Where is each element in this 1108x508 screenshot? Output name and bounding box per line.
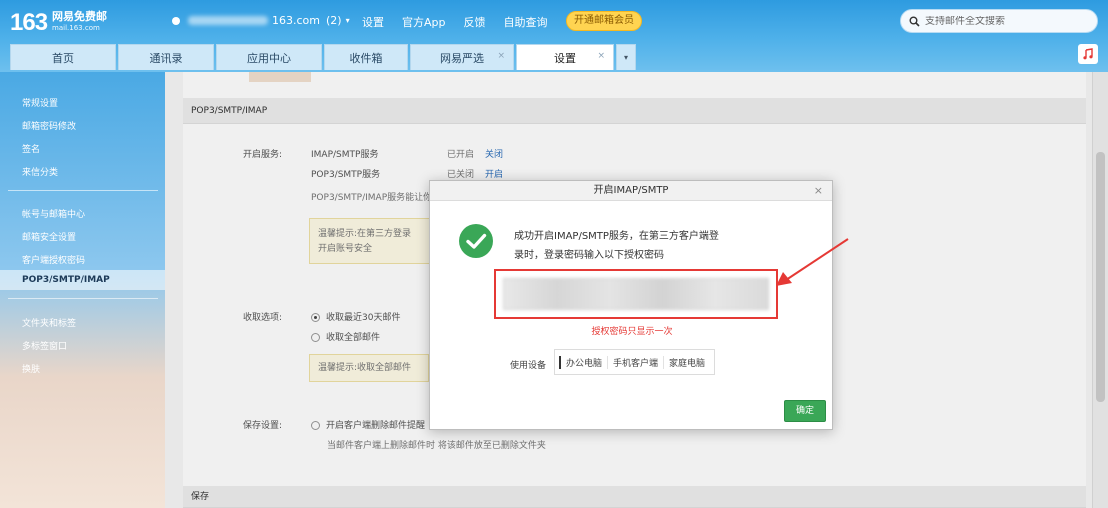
imap-dialog: 开启IMAP/SMTP × 成功开启IMAP/SMTP服务，在第三方客户端登 录… — [429, 180, 833, 430]
topnav-settings[interactable]: 设置 — [362, 14, 384, 30]
sidebar-divider — [8, 298, 158, 299]
sidebar-item-tabs[interactable]: 多标签窗口 — [22, 339, 67, 352]
auth-code-redacted[interactable] — [503, 278, 769, 310]
sidebar-item-security[interactable]: 邮箱安全设置 — [22, 230, 76, 243]
sidebar-item-general[interactable]: 常规设置 — [22, 96, 58, 109]
dialog-message: 成功开启IMAP/SMTP服务，在第三方客户端登 录时，登录密码输入以下授权密码 — [514, 227, 764, 265]
chevron-down-icon: ▾ — [623, 53, 628, 62]
account-switcher[interactable]: 163.com (2) ▾ — [172, 14, 350, 27]
success-check-icon — [459, 224, 493, 258]
music-note-icon — [1083, 48, 1093, 60]
logo-name: 网易免费邮 — [52, 10, 108, 23]
device-selector: 办公电脑 手机客户端 家庭电脑 — [554, 349, 716, 375]
tab-bar: 首页 通讯录 应用中心 收件箱 网易严选 × 设置 × ▾ — [10, 44, 636, 70]
search-icon — [909, 16, 920, 27]
close-icon[interactable]: × — [497, 51, 505, 61]
account-unread-count: (2) — [326, 14, 342, 27]
tab-yanxuan[interactable]: 网易严选 × — [410, 44, 514, 70]
tab-inbox[interactable]: 收件箱 — [324, 44, 408, 70]
tab-contacts[interactable]: 通讯录 — [118, 44, 214, 70]
topnav-app[interactable]: 官方App — [402, 14, 446, 30]
sidebar-divider — [8, 190, 158, 191]
auth-code-note: 授权密码只显示一次 — [591, 327, 673, 337]
tab-label: 设置 — [554, 51, 576, 65]
topnav-self-service[interactable]: 自助查询 — [504, 14, 548, 30]
settings-sidebar: 常规设置 邮箱密码修改 签名 来信分类 帐号与邮箱中心 邮箱安全设置 客户端授权… — [0, 72, 165, 508]
close-icon[interactable]: × — [814, 181, 823, 201]
tab-settings[interactable]: 设置 × — [516, 44, 614, 70]
sidebar-item-folders[interactable]: 文件夹和标签 — [22, 316, 76, 329]
dialog-message-line: 成功开启IMAP/SMTP服务，在第三方客户端登 — [514, 231, 719, 242]
dialog-message-line: 录时，登录密码输入以下授权密码 — [514, 250, 664, 261]
confirm-button[interactable]: 确定 — [784, 400, 826, 422]
top-nav: 设置 官方App 反馈 自助查询 — [362, 14, 548, 30]
dialog-title-bar: 开启IMAP/SMTP × — [430, 181, 832, 201]
sidebar-item-signature[interactable]: 签名 — [22, 142, 40, 155]
tab-label: 通讯录 — [149, 51, 183, 65]
sidebar-item-filters[interactable]: 来信分类 — [22, 165, 58, 178]
tab-label: 收件箱 — [349, 51, 383, 65]
chevron-down-icon: ▾ — [345, 16, 350, 25]
dialog-title: 开启IMAP/SMTP — [593, 185, 669, 196]
tab-label: 应用中心 — [247, 51, 291, 65]
tab-label: 首页 — [52, 51, 74, 65]
tab-home[interactable]: 首页 — [10, 44, 116, 70]
account-status-icon — [172, 16, 180, 25]
sidebar-item-account-center[interactable]: 帐号与邮箱中心 — [22, 207, 85, 220]
sidebar-item-client-password[interactable]: 客户端授权密码 — [22, 253, 85, 266]
auth-code-highlight — [494, 269, 778, 319]
tab-label: 网易严选 — [440, 51, 484, 65]
search-input[interactable] — [925, 15, 1085, 27]
sidebar-item-pop3[interactable]: POP3/SMTP/IMAP — [0, 270, 165, 290]
sidebar-item-skin[interactable]: 换肤 — [22, 362, 40, 375]
sidebar-item-password[interactable]: 邮箱密码修改 — [22, 119, 76, 132]
tab-more-button[interactable]: ▾ — [616, 44, 636, 70]
search-box — [900, 9, 1098, 33]
logo-number: 163 — [10, 9, 48, 36]
topnav-feedback[interactable]: 反馈 — [464, 14, 486, 30]
annotation-arrow-icon — [776, 238, 849, 286]
device-option-office[interactable]: 办公电脑 — [559, 355, 609, 369]
vip-button[interactable]: 开通邮箱会员 — [566, 11, 642, 31]
close-icon[interactable]: × — [597, 51, 605, 61]
logo[interactable]: 163 网易免费邮 mail.163.com — [10, 10, 107, 36]
device-option-mobile[interactable]: 手机客户端 — [608, 355, 665, 369]
tab-app-center[interactable]: 应用中心 — [216, 44, 322, 70]
device-option-home[interactable]: 家庭电脑 — [664, 356, 710, 369]
header: 163 网易免费邮 mail.163.com 163.com (2) ▾ 设置 … — [0, 0, 1108, 72]
account-domain: 163.com — [272, 14, 320, 27]
device-label: 使用设备 — [510, 361, 547, 371]
account-name-redacted — [188, 16, 268, 25]
music-button[interactable] — [1078, 44, 1098, 64]
logo-url: mail.163.com — [52, 24, 100, 32]
